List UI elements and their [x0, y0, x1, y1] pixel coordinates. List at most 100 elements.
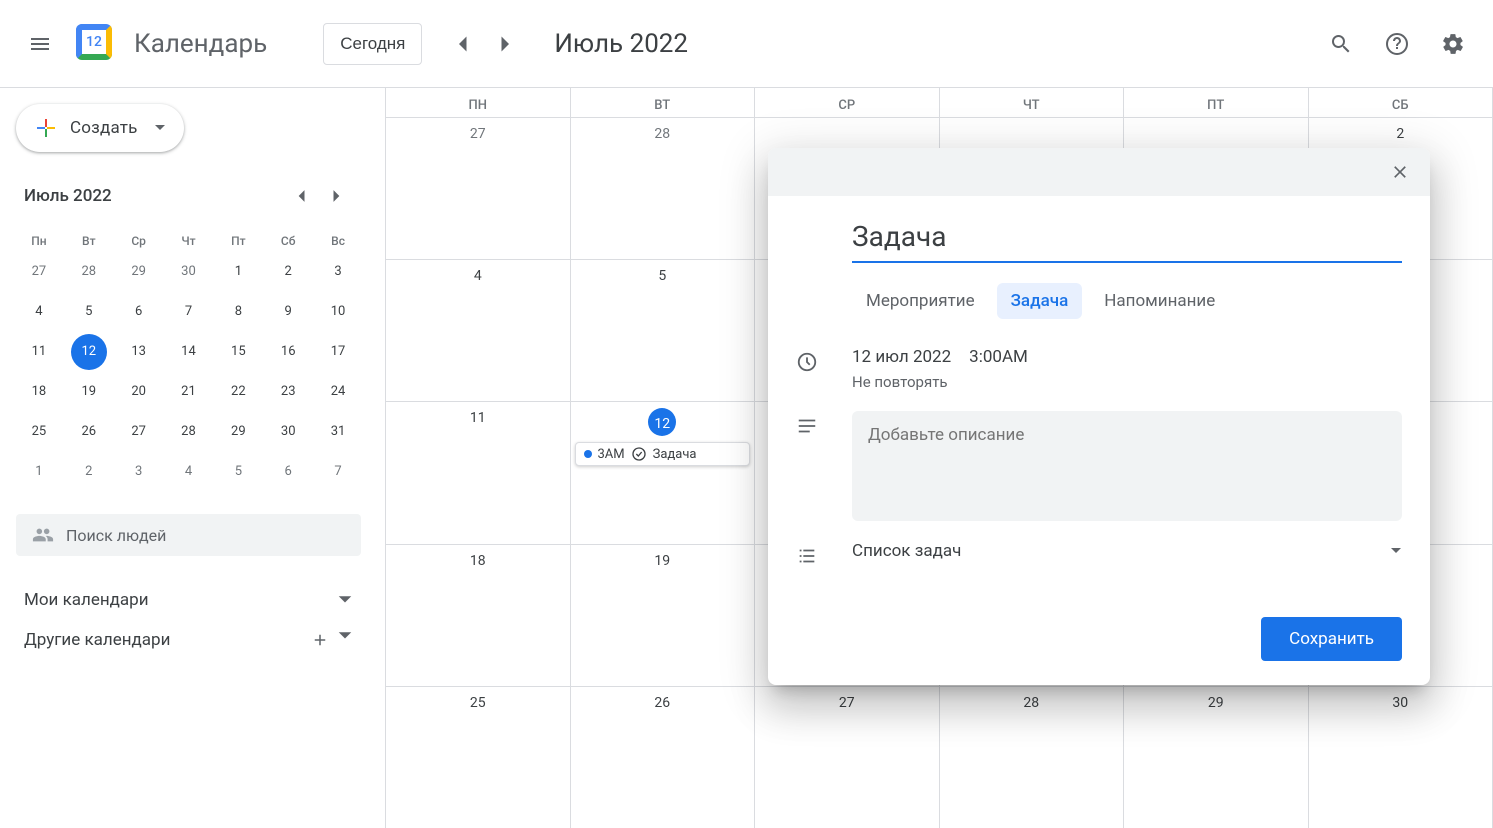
mini-day[interactable]: 11: [21, 334, 57, 370]
mini-day[interactable]: 4: [170, 454, 206, 490]
main-menu-button[interactable]: [16, 20, 64, 68]
task-list-label: Список задач: [852, 541, 961, 561]
cal-dow: СБ: [1309, 88, 1493, 117]
mini-day[interactable]: 29: [121, 254, 157, 290]
mini-month-label: Июль 2022: [24, 186, 112, 206]
mini-day[interactable]: 15: [220, 334, 256, 370]
mini-day[interactable]: 24: [320, 374, 356, 410]
mini-day[interactable]: 9: [270, 294, 306, 330]
mini-day[interactable]: 25: [21, 414, 57, 450]
mini-day[interactable]: 5: [71, 294, 107, 330]
mini-day[interactable]: 14: [170, 334, 206, 370]
chevron-down-icon: [337, 631, 353, 641]
cal-cell[interactable]: 123AMЗадача: [571, 402, 756, 543]
mini-day[interactable]: 12: [71, 334, 107, 370]
mini-day[interactable]: 7: [320, 454, 356, 490]
mini-day[interactable]: 8: [220, 294, 256, 330]
mini-day[interactable]: 20: [121, 374, 157, 410]
mini-dow: Вс: [315, 228, 361, 254]
dialog-description-input[interactable]: [852, 411, 1402, 521]
mini-day[interactable]: 2: [270, 254, 306, 290]
cal-date: 27: [390, 124, 566, 142]
cal-cell[interactable]: 19: [571, 545, 756, 686]
mini-day[interactable]: 1: [220, 254, 256, 290]
mini-day[interactable]: 27: [21, 254, 57, 290]
mini-day[interactable]: 18: [21, 374, 57, 410]
event-chip[interactable]: 3AMЗадача: [575, 442, 751, 466]
mini-day[interactable]: 31: [320, 414, 356, 450]
other-calendars-toggle[interactable]: Другие календари: [16, 620, 361, 660]
mini-dow: Вт: [66, 228, 112, 254]
search-people-input[interactable]: Поиск людей: [16, 514, 361, 556]
mini-day[interactable]: 4: [21, 294, 57, 330]
mini-day[interactable]: 6: [270, 454, 306, 490]
dialog-title-input[interactable]: [852, 216, 1402, 263]
cal-cell[interactable]: 18: [386, 545, 571, 686]
cal-cell[interactable]: 26: [571, 687, 756, 828]
cal-date: 28: [575, 124, 751, 142]
mini-day[interactable]: 2: [71, 454, 107, 490]
mini-day[interactable]: 30: [170, 254, 206, 290]
help-button[interactable]: [1373, 20, 1421, 68]
mini-day[interactable]: 6: [121, 294, 157, 330]
today-button[interactable]: Сегодня: [323, 23, 422, 65]
mini-day[interactable]: 3: [320, 254, 356, 290]
mini-day[interactable]: 3: [121, 454, 157, 490]
search-icon: [1329, 32, 1353, 56]
tab-event[interactable]: Мероприятие: [852, 283, 989, 319]
create-button[interactable]: Создать: [16, 104, 184, 152]
mini-day[interactable]: 16: [270, 334, 306, 370]
mini-day[interactable]: 27: [121, 414, 157, 450]
cal-cell[interactable]: 28: [940, 687, 1125, 828]
chevron-left-icon: [296, 189, 306, 203]
mini-day[interactable]: 7: [170, 294, 206, 330]
mini-day[interactable]: 23: [270, 374, 306, 410]
mini-day[interactable]: 29: [220, 414, 256, 450]
cal-dow: ВТ: [571, 88, 756, 117]
cal-cell[interactable]: 27: [755, 687, 940, 828]
plus-icon[interactable]: [311, 631, 329, 649]
cal-date: 18: [390, 551, 566, 569]
search-button[interactable]: [1317, 20, 1365, 68]
cal-cell[interactable]: 5: [571, 260, 756, 401]
dialog-date[interactable]: 12 июл 2022: [852, 347, 951, 367]
cal-cell[interactable]: 29: [1124, 687, 1309, 828]
mini-day[interactable]: 1: [21, 454, 57, 490]
mini-next-button[interactable]: [321, 180, 353, 212]
tab-reminder[interactable]: Напоминание: [1090, 283, 1229, 319]
cal-cell[interactable]: 11: [386, 402, 571, 543]
mini-day[interactable]: 13: [121, 334, 157, 370]
my-calendars-toggle[interactable]: Мои календари: [16, 580, 361, 620]
save-button[interactable]: Сохранить: [1261, 617, 1402, 661]
mini-day[interactable]: 30: [270, 414, 306, 450]
mini-day[interactable]: 22: [220, 374, 256, 410]
cal-cell[interactable]: 28: [571, 118, 756, 259]
app-logo: 12: [76, 24, 116, 64]
cal-dow: ЧТ: [940, 88, 1125, 117]
dialog-close-button[interactable]: [1382, 154, 1418, 190]
cal-cell[interactable]: 4: [386, 260, 571, 401]
mini-day[interactable]: 28: [71, 254, 107, 290]
tab-task[interactable]: Задача: [997, 283, 1083, 319]
task-list-select[interactable]: Список задач: [852, 541, 1402, 561]
cal-cell[interactable]: 27: [386, 118, 571, 259]
next-month-button[interactable]: [486, 24, 526, 64]
chevron-down-icon: [1390, 547, 1402, 555]
mini-day[interactable]: 21: [170, 374, 206, 410]
cal-cell[interactable]: 30: [1309, 687, 1493, 828]
app-name: Календарь: [134, 29, 267, 59]
mini-day[interactable]: 19: [71, 374, 107, 410]
cal-cell[interactable]: 25: [386, 687, 571, 828]
mini-day[interactable]: 17: [320, 334, 356, 370]
mini-day[interactable]: 5: [220, 454, 256, 490]
search-people-label: Поиск людей: [66, 526, 166, 545]
mini-day[interactable]: 10: [320, 294, 356, 330]
mini-prev-button[interactable]: [285, 180, 317, 212]
cal-date: 27: [759, 693, 935, 711]
prev-month-button[interactable]: [442, 24, 482, 64]
dialog-repeat[interactable]: Не повторять: [852, 373, 1028, 391]
settings-button[interactable]: [1429, 20, 1477, 68]
mini-day[interactable]: 26: [71, 414, 107, 450]
dialog-time[interactable]: 3:00AM: [969, 347, 1028, 367]
mini-day[interactable]: 28: [170, 414, 206, 450]
